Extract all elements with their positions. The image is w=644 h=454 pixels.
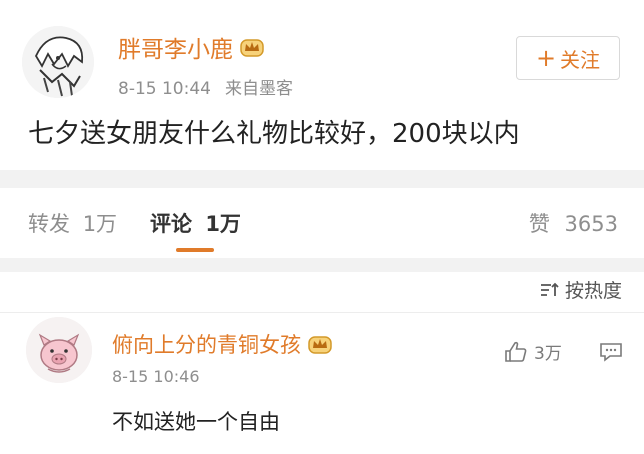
crown-icon xyxy=(240,39,264,57)
pig-avatar-icon xyxy=(26,317,92,383)
section-divider xyxy=(0,258,644,272)
post-meta: 8-15 10:44 来自墨客 xyxy=(118,74,307,99)
follow-button-label: 关注 xyxy=(560,47,601,72)
sort-label: 按热度 xyxy=(564,280,622,302)
tab-repost[interactable]: 转发 1万 xyxy=(28,208,117,238)
post-author-avatar[interactable] xyxy=(22,26,94,98)
crown-icon xyxy=(308,336,332,354)
post-author-name[interactable]: 胖哥李小鹿 xyxy=(118,30,265,64)
comment-author-name[interactable]: 俯向上分的青铜女孩 xyxy=(112,329,333,359)
comment-reply-icon[interactable] xyxy=(598,341,624,363)
post-source: 来自墨客 xyxy=(224,79,293,99)
tab-comment[interactable]: 评论 1万 xyxy=(150,208,241,238)
sort-by-hot-button[interactable]: 按热度 xyxy=(539,276,622,303)
comment-author-name-text[interactable]: 俯向上分的青铜女孩 xyxy=(112,329,301,359)
tab-repost-count: 1万 xyxy=(82,212,118,236)
comment-like-button[interactable]: 3万 xyxy=(504,339,562,364)
post-tabs: 转发 1万 评论 1万 赞 3653 xyxy=(0,188,644,258)
plus-icon: + xyxy=(535,44,557,72)
tab-like-count: 3653 xyxy=(564,212,618,236)
tab-like-label: 赞 xyxy=(528,212,550,236)
tab-repost-label: 转发 xyxy=(28,212,70,236)
tab-like[interactable]: 赞 3653 xyxy=(529,208,618,238)
comment-text: 不如送她一个自由 xyxy=(112,410,280,434)
sort-icon xyxy=(540,282,559,296)
weibo-post: 胖哥李小鹿 8-15 10:44 来自墨客 + 关注 七夕送女朋友什么礼物比较好，… xyxy=(0,0,644,170)
comment-item: 俯向上分的青铜女孩 8-15 10:46 3万 不如送她一个自由 xyxy=(0,313,644,454)
comment-sort-bar: 按热度 xyxy=(0,272,644,313)
comment-author-avatar[interactable] xyxy=(26,317,92,383)
tab-comment-count: 1万 xyxy=(205,212,241,236)
active-tab-indicator xyxy=(176,248,214,252)
thumbs-up-icon xyxy=(505,341,527,362)
post-time: 8-15 10:44 xyxy=(118,79,211,99)
anime-character-avatar-icon xyxy=(22,26,94,98)
post-author-name-text[interactable]: 胖哥李小鹿 xyxy=(118,30,233,64)
post-text: 七夕送女朋友什么礼物比较好，200块以内 xyxy=(28,119,520,149)
comment-like-count: 3万 xyxy=(534,344,562,364)
comment-time: 8-15 10:46 xyxy=(112,367,200,386)
section-divider xyxy=(0,170,644,188)
tab-comment-label: 评论 xyxy=(150,212,192,236)
follow-button[interactable]: + 关注 xyxy=(516,36,620,80)
